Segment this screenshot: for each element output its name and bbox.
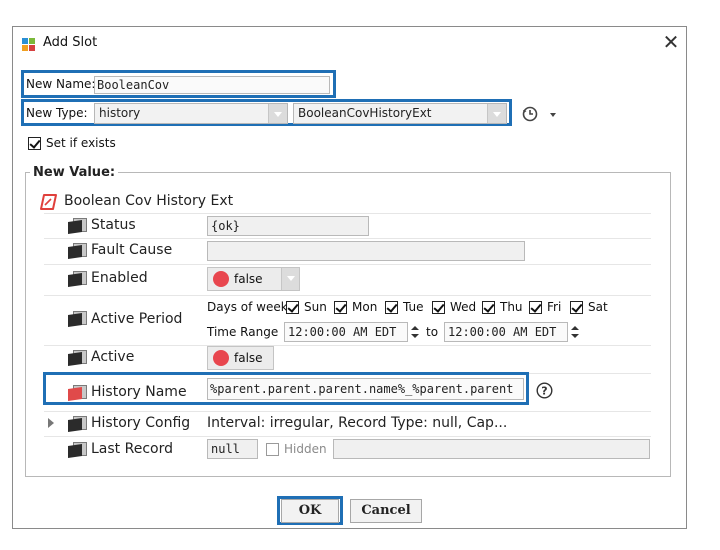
new-type-label: New Type: [26, 106, 88, 120]
status-field: {ok} [207, 216, 369, 236]
day-label-sun: Sun [304, 300, 327, 314]
last-record-label: Last Record [91, 441, 173, 457]
slot-icon [68, 442, 87, 458]
day-label-tue: Tue [403, 300, 424, 314]
enabled-value: false [234, 272, 263, 286]
expand-arrow-icon[interactable] [48, 418, 54, 428]
chevron-down-icon [281, 268, 299, 290]
active-field: false [207, 346, 274, 370]
dialog-title: Add Slot [43, 35, 98, 50]
fault-cause-field [207, 241, 525, 261]
day-label-wed: Wed [450, 300, 477, 314]
divider [44, 345, 651, 346]
new-name-input[interactable]: BooleanCov [94, 76, 330, 94]
time-range-to-label: to [426, 325, 439, 339]
chevron-down-icon [487, 104, 506, 123]
day-checkbox-wed[interactable] [432, 301, 445, 314]
history-name-input[interactable]: %parent.parent.parent.name%_%parent.pare… [207, 378, 524, 400]
time-range-label: Time Range [207, 325, 279, 339]
module-select[interactable]: history [94, 103, 288, 124]
active-label: Active [91, 349, 135, 365]
last-record-field: null [207, 439, 258, 459]
hidden-label: Hidden [284, 442, 327, 456]
slot-icon [68, 350, 87, 366]
enabled-select[interactable]: false [207, 267, 300, 291]
time-end-spinner-icon[interactable] [570, 323, 580, 341]
new-value-label: New Value: [30, 165, 119, 180]
slot-icon [68, 271, 87, 287]
day-checkbox-sun[interactable] [286, 301, 299, 314]
divider [44, 295, 651, 296]
day-label-fri: Fri [547, 300, 562, 314]
active-value: false [234, 351, 263, 365]
fault-cause-label: Fault Cause [91, 242, 173, 258]
history-name-label: History Name [91, 384, 187, 400]
slot-icon [68, 416, 87, 432]
status-label: Status [91, 217, 136, 233]
divider [44, 238, 651, 239]
day-checkbox-tue[interactable] [385, 301, 398, 314]
type-select-value: BooleanCovHistoryExt [298, 106, 432, 120]
enabled-label: Enabled [91, 270, 148, 286]
divider [44, 436, 651, 437]
set-if-exists-checkbox[interactable] [28, 137, 41, 150]
day-label-sat: Sat [588, 300, 608, 314]
day-label-thu: Thu [500, 300, 523, 314]
title-bar[interactable] [13, 27, 686, 60]
time-range-end-input[interactable]: 12:00:00 AM EDT [444, 322, 568, 342]
svg-text:?: ? [541, 385, 547, 398]
history-ext-icon [40, 193, 58, 211]
days-of-week-label: Days of week [207, 300, 288, 314]
add-slot-icon [21, 36, 37, 52]
day-checkbox-mon[interactable] [334, 301, 347, 314]
cancel-button[interactable]: Cancel [350, 499, 422, 523]
help-icon[interactable]: ? [536, 382, 553, 399]
divider [44, 213, 651, 214]
slot-icon [68, 385, 87, 401]
new-name-label: New Name: [26, 77, 96, 91]
clock-icon [522, 106, 556, 122]
active-period-label: Active Period [91, 311, 183, 327]
time-start-spinner-icon[interactable] [410, 323, 420, 341]
hidden-checkbox[interactable] [266, 443, 279, 456]
false-dot-icon [213, 271, 229, 287]
divider [44, 264, 651, 265]
module-select-value: history [99, 106, 141, 120]
day-checkbox-fri[interactable] [529, 301, 542, 314]
history-config-label[interactable]: History Config [91, 415, 190, 431]
type-select[interactable]: BooleanCovHistoryExt [293, 103, 507, 124]
slot-icon [68, 218, 87, 234]
chevron-down-icon [268, 104, 287, 123]
tree-root-label[interactable]: Boolean Cov History Ext [64, 193, 233, 209]
divider [44, 411, 651, 412]
day-checkbox-sat[interactable] [570, 301, 583, 314]
slot-icon [68, 311, 87, 327]
last-record-detail-field [333, 439, 650, 459]
day-label-mon: Mon [352, 300, 378, 314]
history-config-summary: Interval: irregular, Record Type: null, … [207, 415, 508, 431]
set-if-exists-label: Set if exists [46, 136, 116, 150]
slot-icon [68, 243, 87, 259]
close-icon[interactable]: ✕ [660, 31, 682, 53]
false-dot-icon [213, 350, 229, 366]
day-checkbox-thu[interactable] [482, 301, 495, 314]
history-menu-button[interactable] [521, 104, 559, 124]
time-range-start-input[interactable]: 12:00:00 AM EDT [284, 322, 408, 342]
ok-button[interactable]: OK [281, 499, 339, 523]
